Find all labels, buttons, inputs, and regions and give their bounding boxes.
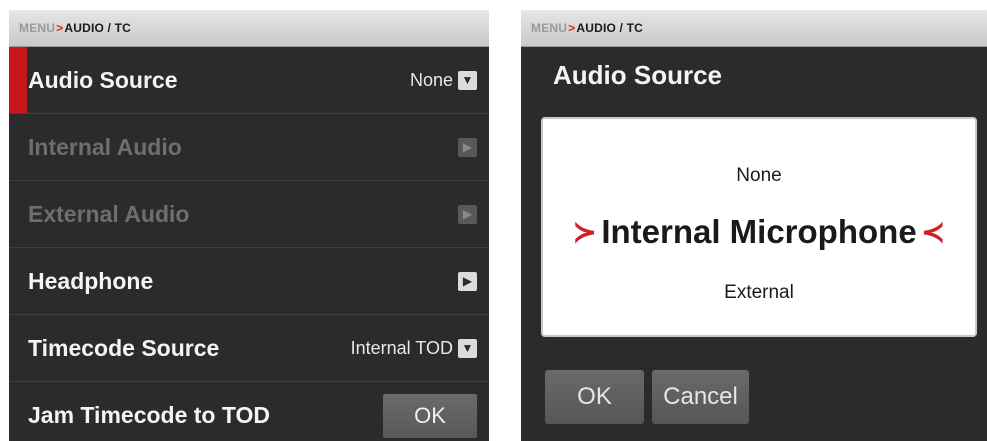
breadcrumb: MENU>AUDIO / TC [9,10,489,47]
menu-item-label: Audio Source [28,66,178,93]
breadcrumb-separator-icon: > [568,21,576,35]
chevron-right-icon: ▶ [458,204,477,224]
menu-item-label: External Audio [28,200,190,227]
selected-option-label: Internal Microphone [601,213,917,250]
menu-item-label: Headphone [28,267,154,294]
audio-tc-menu-panel: MENU>AUDIO / TC Audio Source None ▼ Inte… [9,10,489,441]
dialog-title: Audio Source [553,60,723,90]
breadcrumb: MENU>AUDIO / TC [521,10,987,47]
ok-button[interactable]: OK [545,370,644,424]
menu-item-jam-timecode: Jam Timecode to TOD OK [9,382,489,441]
chevron-right-icon: ▶ [458,137,477,157]
breadcrumb-root[interactable]: MENU [19,21,55,35]
option-external[interactable]: External [543,282,975,304]
selection-arrow-left-icon: ≻ [572,215,598,249]
option-picker[interactable]: None ≻ Internal Microphone ≺ External [541,117,977,337]
menu-item-label: Jam Timecode to TOD [28,402,270,428]
dropdown-value: None [409,69,453,90]
timecode-source-dropdown[interactable]: Internal TOD ▼ [351,338,477,359]
option-none[interactable]: None [543,165,975,187]
menu-item-internal-audio[interactable]: Internal Audio ▶ [9,114,489,181]
dropdown-value: Internal TOD [350,337,453,358]
menu-item-audio-source[interactable]: Audio Source None ▼ [9,47,489,114]
menu-item-timecode-source[interactable]: Timecode Source Internal TOD ▼ [9,315,489,382]
menu-item-external-audio[interactable]: External Audio ▶ [9,181,489,248]
breadcrumb-separator-icon: > [56,21,64,35]
cancel-button[interactable]: Cancel [652,370,749,424]
breadcrumb-current: AUDIO / TC [64,21,132,35]
audio-source-dropdown[interactable]: None ▼ [410,70,477,91]
breadcrumb-current: AUDIO / TC [576,21,644,35]
menu-item-headphone[interactable]: Headphone ▶ [9,248,489,315]
chevron-down-icon: ▼ [458,70,477,90]
jam-timecode-ok-button[interactable]: OK [383,393,477,438]
option-internal-microphone[interactable]: ≻ Internal Microphone ≺ [543,213,975,251]
audio-source-dialog: MENU>AUDIO / TC Audio Source None ≻ Inte… [521,10,987,441]
breadcrumb-root[interactable]: MENU [531,21,567,35]
menu-item-label: Timecode Source [28,334,220,361]
selection-arrow-right-icon: ≺ [920,215,946,249]
selection-indicator [9,47,27,113]
menu-item-label: Internal Audio [28,133,182,160]
chevron-right-icon: ▶ [458,271,477,291]
chevron-down-icon: ▼ [458,338,477,358]
